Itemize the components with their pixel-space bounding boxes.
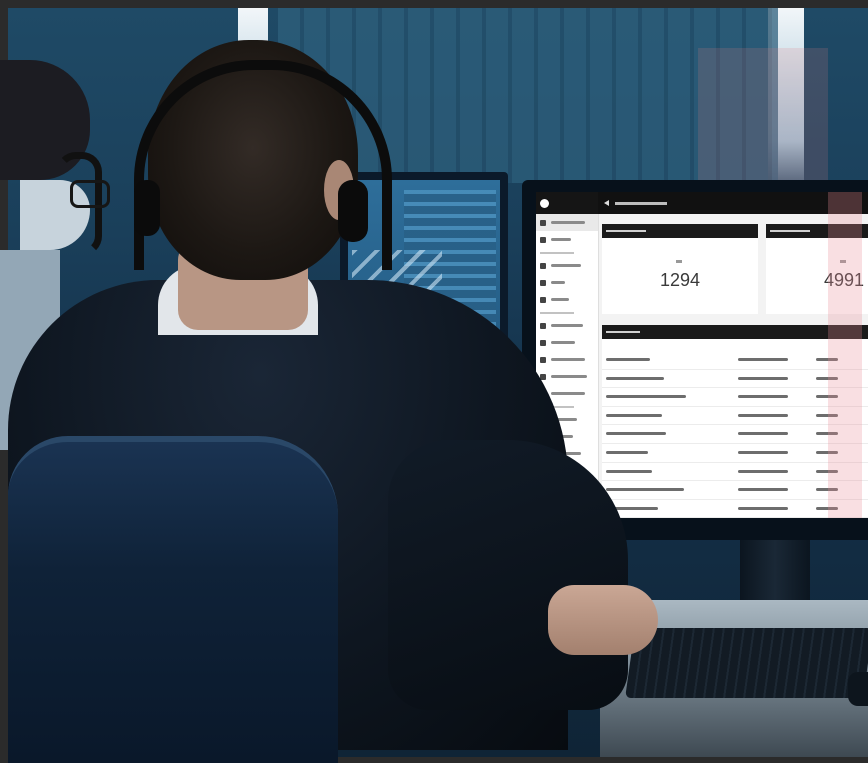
headset-cup-icon: [134, 180, 160, 236]
operator-hand: [548, 585, 658, 655]
screen-reflection: [828, 192, 862, 518]
stat-card-label: [770, 230, 810, 232]
computer-mouse: [848, 672, 868, 706]
stat-card-icon: [676, 260, 682, 263]
office-chair: [8, 436, 338, 763]
headset-cup-icon: [338, 180, 368, 242]
operator-arm: [388, 440, 628, 710]
keyboard: [625, 628, 868, 698]
